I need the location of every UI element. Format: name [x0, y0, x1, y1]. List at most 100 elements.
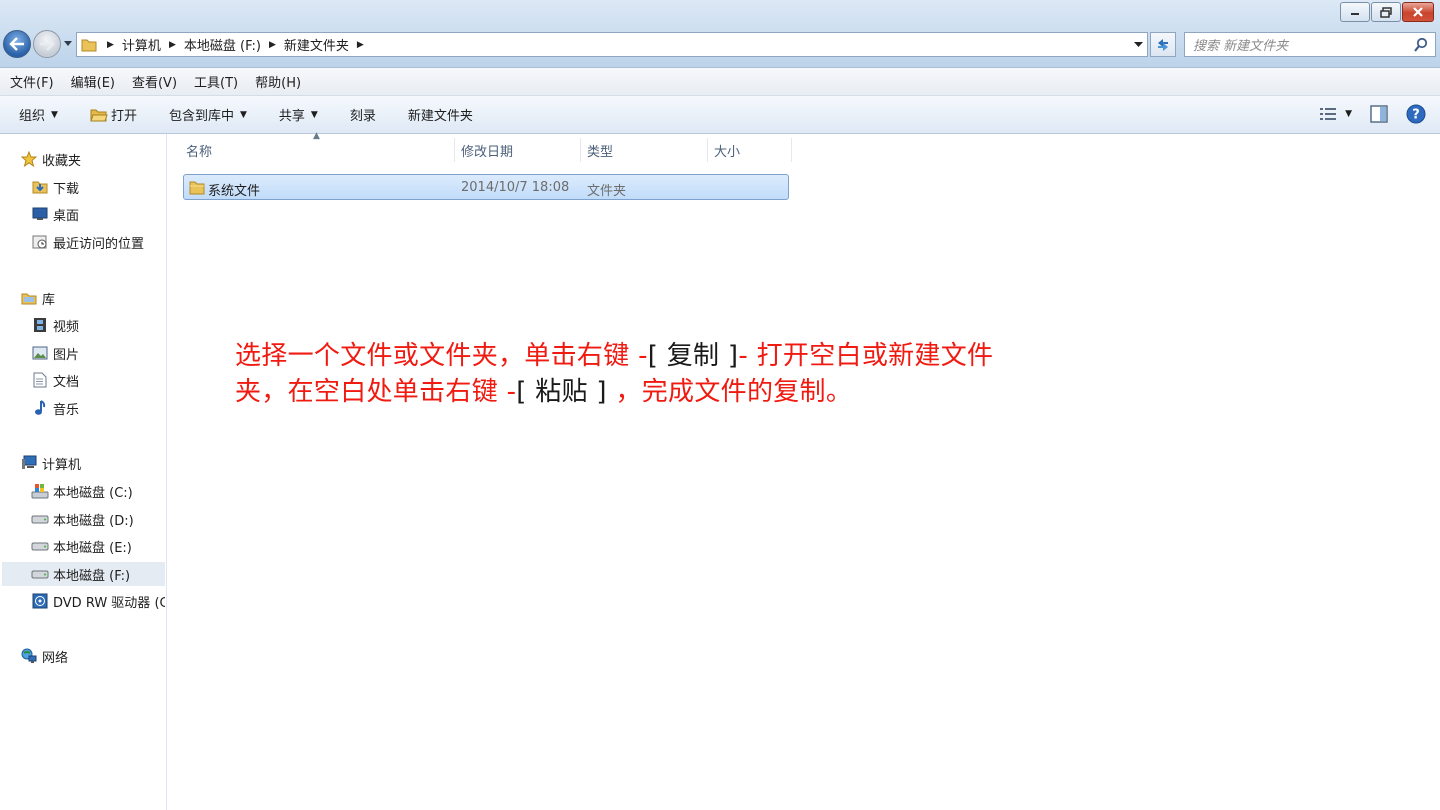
column-header-type[interactable]: 类型: [581, 138, 708, 162]
view-controls: ▼ ?: [1319, 104, 1426, 124]
file-row[interactable]: 系统文件 2014/10/7 18:08 文件夹: [183, 174, 789, 200]
organize-button[interactable]: 组织 ▼: [19, 105, 58, 124]
navigation-buttons: [3, 30, 72, 58]
file-modified: 2014/10/7 18:08: [461, 180, 570, 195]
annotation-line-2: 夹，在空白处单击右键 -[ 粘贴 ] ，完成文件的复制。: [235, 374, 1055, 410]
sidebar-item-label: 图片: [53, 347, 80, 363]
menu-tools[interactable]: 工具(T): [194, 72, 238, 91]
annotation-text: 夹，在空白处单击右键 -: [235, 377, 517, 407]
menu-file[interactable]: 文件(F): [10, 72, 54, 91]
menu-view[interactable]: 查看(V): [132, 72, 177, 91]
sidebar-item-drive-c[interactable]: 本地磁盘 (C:): [0, 479, 165, 503]
share-label: 共享: [278, 109, 305, 124]
include-in-library-button[interactable]: 包含到库中 ▼: [169, 105, 247, 124]
star-icon: [20, 150, 38, 168]
window-titlebar: ▶ 计算机 ▶ 本地磁盘 (F:) ▶ 新建文件夹 ▶ 搜索 新建文件夹: [0, 0, 1440, 68]
sidebar-item-drive-d[interactable]: 本地磁盘 (D:): [0, 507, 165, 531]
close-icon: [1413, 7, 1423, 17]
sidebar-network-label: 网络: [42, 650, 69, 666]
sidebar-item-label: 文档: [53, 374, 80, 390]
sidebar-item-dvd-drive[interactable]: DVD RW 驱动器 (G: [0, 589, 165, 613]
refresh-button[interactable]: [1150, 32, 1176, 57]
annotation-copy-command: [ 复制 ]: [647, 341, 739, 371]
chevron-down-icon: ▼: [1345, 109, 1352, 119]
column-header-label: 类型: [587, 144, 614, 160]
column-header-label: 大小: [714, 144, 741, 160]
annotation-text: - 打开空白或新建文件: [738, 341, 994, 371]
refresh-icon: [1158, 38, 1168, 51]
menu-help[interactable]: 帮助(H): [255, 72, 301, 91]
forward-button[interactable]: [33, 30, 61, 58]
organize-label: 组织: [19, 109, 46, 124]
chevron-right-icon[interactable]: ▶: [169, 40, 176, 50]
new-folder-button[interactable]: 新建文件夹: [408, 105, 473, 124]
annotation-text: 选择一个文件或文件夹，单击右键 -: [235, 341, 648, 371]
breadcrumb-drive-f[interactable]: 本地磁盘 (F:): [184, 35, 261, 54]
details-view-icon: [1320, 108, 1337, 120]
share-button[interactable]: 共享 ▼: [279, 105, 318, 124]
window-controls: [1340, 2, 1434, 22]
open-label: 打开: [110, 109, 137, 124]
open-folder-icon: [90, 109, 108, 121]
chevron-down-icon: ▼: [51, 109, 58, 120]
sidebar-network[interactable]: 网络: [0, 644, 165, 668]
column-header-modified[interactable]: 修改日期: [455, 138, 581, 162]
burn-label: 刻录: [349, 109, 376, 124]
downloads-folder-icon: [31, 178, 49, 196]
sidebar-item-documents[interactable]: 文档: [0, 368, 165, 392]
hard-drive-icon: [31, 565, 49, 583]
burn-button[interactable]: 刻录: [350, 105, 376, 124]
search-icon[interactable]: [1413, 37, 1429, 53]
chevron-right-icon[interactable]: ▶: [357, 40, 364, 50]
column-header-name[interactable]: 名称: [180, 138, 455, 162]
dvd-drive-icon: [31, 592, 49, 610]
sidebar-item-label: 下载: [53, 181, 80, 197]
sidebar-item-label: 最近访问的位置: [53, 236, 145, 252]
column-header-label: 修改日期: [461, 144, 514, 160]
sidebar-item-videos[interactable]: 视频: [0, 313, 165, 337]
computer-icon: [20, 454, 38, 472]
change-view-button[interactable]: ▼: [1319, 107, 1352, 121]
sidebar-item-pictures[interactable]: 图片: [0, 341, 165, 365]
folder-icon: [189, 181, 205, 195]
file-name: 系统文件: [208, 184, 261, 199]
open-button[interactable]: 打开: [90, 105, 137, 124]
hard-drive-icon: [31, 510, 49, 528]
sidebar-item-drive-e[interactable]: 本地磁盘 (E:): [0, 534, 165, 558]
arrow-right-icon: [40, 37, 55, 51]
preview-pane-icon[interactable]: [1370, 105, 1388, 123]
chevron-right-icon[interactable]: ▶: [107, 40, 114, 50]
system-drive-icon: [31, 482, 49, 500]
address-bar[interactable]: ▶ 计算机 ▶ 本地磁盘 (F:) ▶ 新建文件夹 ▶: [76, 32, 1148, 57]
restore-button[interactable]: [1371, 2, 1401, 22]
sidebar-item-drive-f[interactable]: 本地磁盘 (F:): [2, 562, 165, 586]
menu-edit[interactable]: 编辑(E): [71, 72, 115, 91]
sidebar-item-label: DVD RW 驱动器 (G: [53, 595, 165, 611]
chevron-right-icon[interactable]: ▶: [269, 40, 276, 50]
sidebar-favorites[interactable]: 收藏夹: [0, 147, 165, 171]
chevron-down-icon[interactable]: [1134, 40, 1143, 49]
close-button[interactable]: [1402, 2, 1434, 22]
sidebar-computer-label: 计算机: [42, 457, 82, 473]
sidebar-computer[interactable]: 计算机: [0, 451, 165, 475]
sidebar-item-desktop[interactable]: 桌面: [0, 202, 165, 226]
sidebar-libraries[interactable]: 库: [0, 286, 165, 310]
breadcrumb-computer[interactable]: 计算机: [122, 35, 161, 54]
back-button[interactable]: [3, 30, 31, 58]
restore-icon: [1380, 6, 1392, 18]
annotation-paste-command: [ 粘贴 ]: [516, 377, 607, 407]
breadcrumb-new-folder[interactable]: 新建文件夹: [284, 35, 349, 54]
library-icon: [20, 289, 38, 307]
recent-pages-dropdown[interactable]: [64, 40, 72, 48]
search-box[interactable]: 搜索 新建文件夹: [1184, 32, 1436, 57]
column-header-size[interactable]: 大小: [708, 138, 792, 162]
arrow-left-icon: [9, 37, 24, 51]
minimize-button[interactable]: [1340, 2, 1370, 22]
sidebar-item-downloads[interactable]: 下载: [0, 175, 165, 199]
sidebar-item-label: 本地磁盘 (D:): [53, 513, 134, 529]
sidebar-item-music[interactable]: 音乐: [0, 396, 165, 420]
sidebar-item-recent-places[interactable]: 最近访问的位置: [0, 230, 165, 254]
help-icon[interactable]: ?: [1406, 104, 1426, 124]
sidebar-favorites-label: 收藏夹: [42, 153, 82, 169]
chevron-down-icon: ▼: [239, 109, 247, 120]
